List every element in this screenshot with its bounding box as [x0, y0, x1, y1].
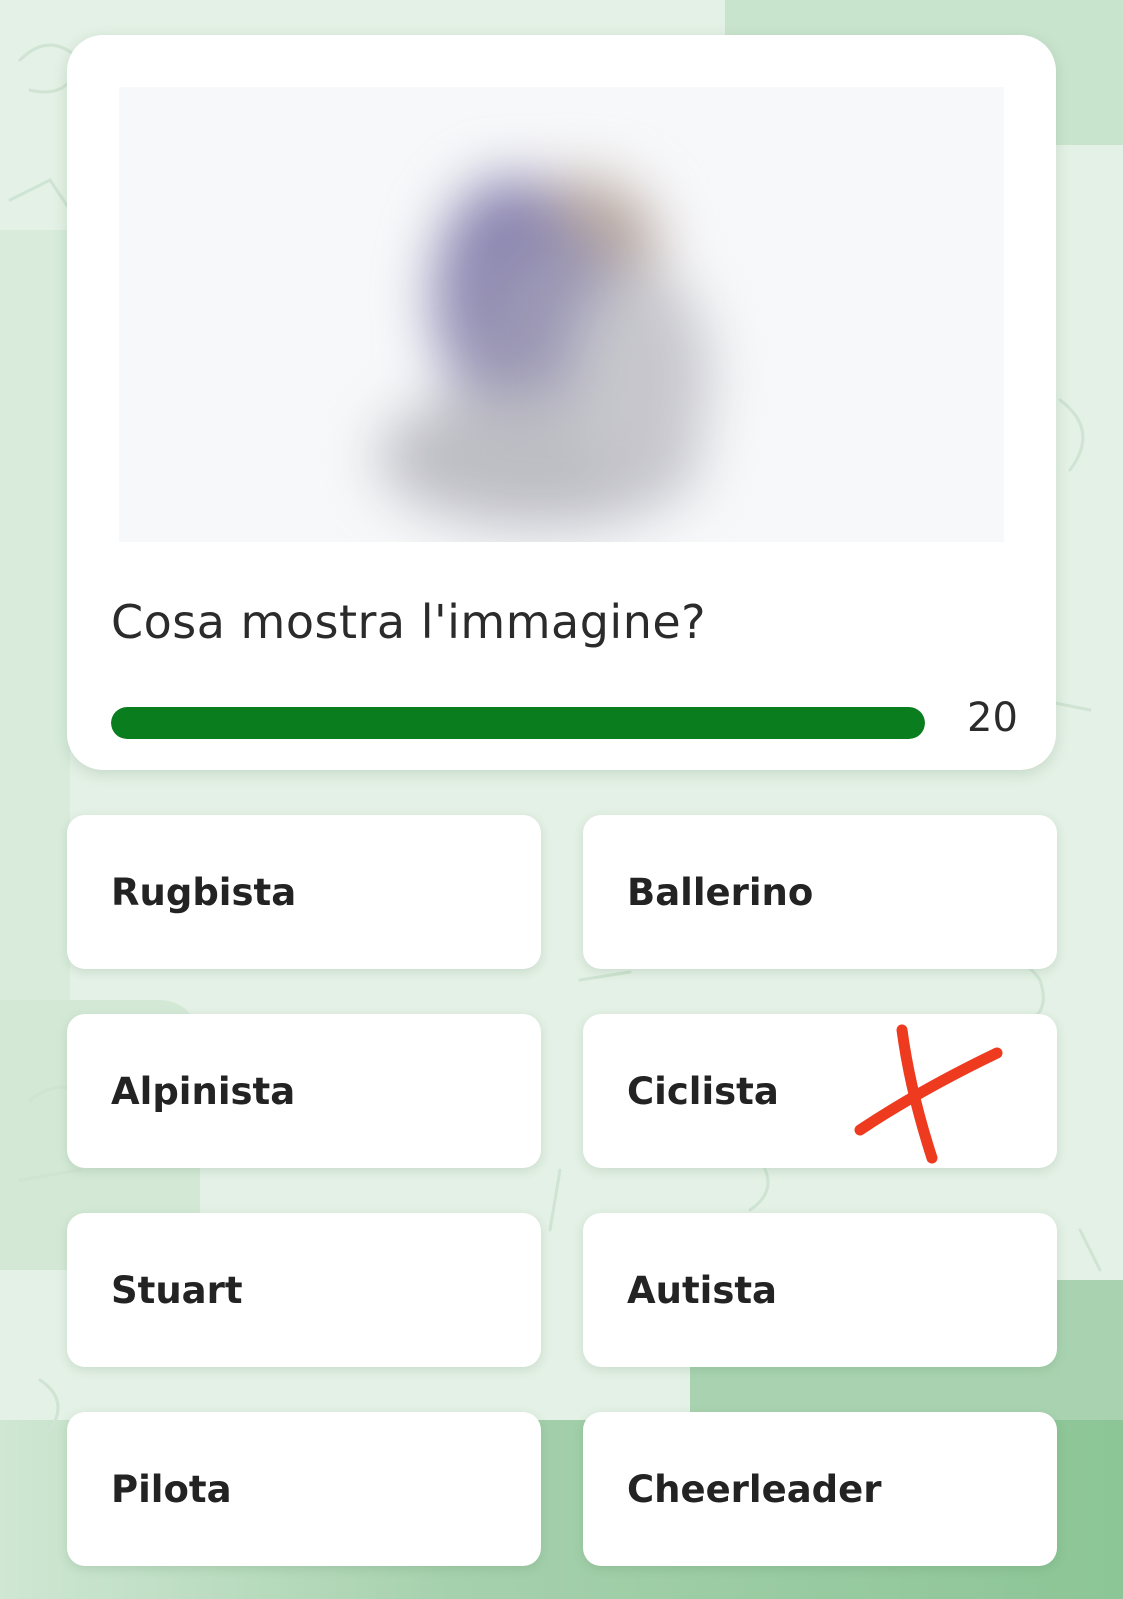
answer-label: Rugbista — [111, 870, 297, 914]
answer-option-1[interactable]: Rugbista — [67, 815, 541, 969]
answer-option-7[interactable]: Pilota — [67, 1412, 541, 1566]
answer-label: Stuart — [111, 1268, 243, 1312]
timer-progress-fill — [111, 707, 925, 739]
timer-countdown: 20 — [967, 695, 1018, 741]
answer-label: Pilota — [111, 1467, 232, 1511]
answer-label: Cheerleader — [627, 1467, 882, 1511]
timer-progress-bar — [111, 707, 925, 739]
question-image — [119, 87, 1004, 542]
question-card: Cosa mostra l'immagine? 20 — [67, 35, 1056, 770]
answer-label: Alpinista — [111, 1069, 296, 1113]
answer-option-5[interactable]: Stuart — [67, 1213, 541, 1367]
answer-option-6[interactable]: Autista — [583, 1213, 1057, 1367]
answer-label: Autista — [627, 1268, 778, 1312]
answer-label: Ciclista — [627, 1069, 779, 1113]
answer-option-8[interactable]: Cheerleader — [583, 1412, 1057, 1566]
question-text: Cosa mostra l'immagine? — [111, 595, 707, 649]
answer-option-4[interactable]: Ciclista — [583, 1014, 1057, 1168]
answer-option-3[interactable]: Alpinista — [67, 1014, 541, 1168]
answer-label: Ballerino — [627, 870, 814, 914]
answer-option-2[interactable]: Ballerino — [583, 815, 1057, 969]
